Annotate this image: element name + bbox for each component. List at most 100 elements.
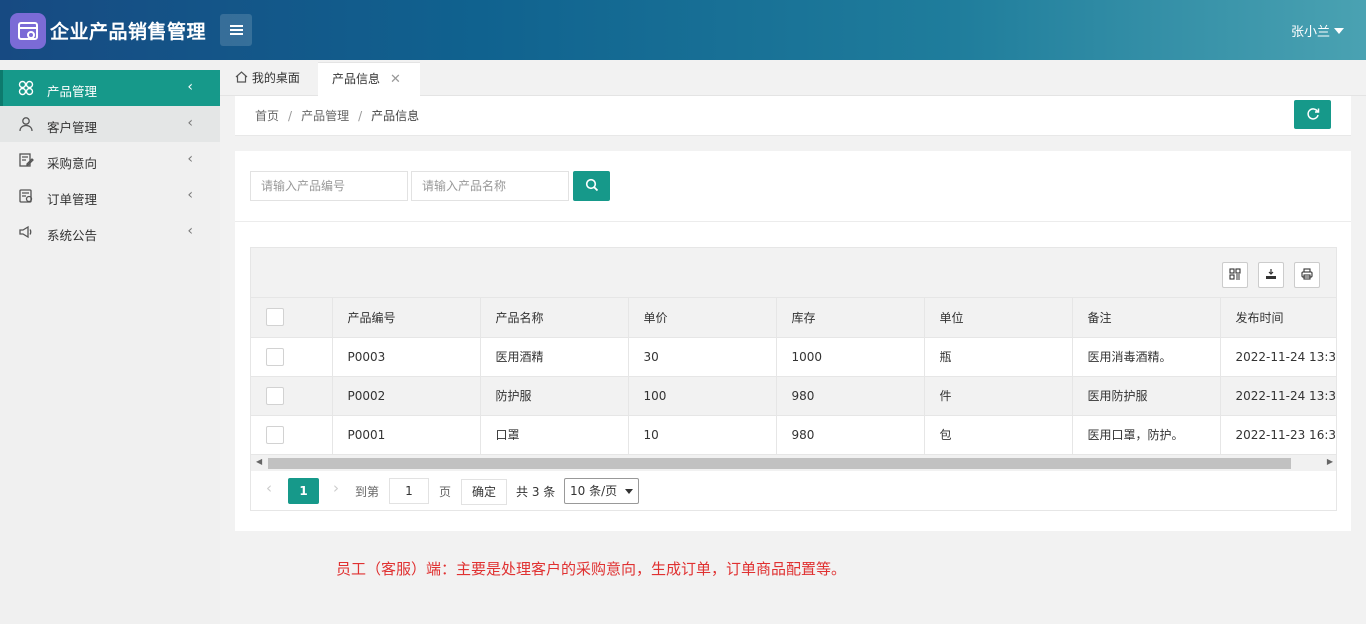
chevron-left-icon: ‹ bbox=[187, 115, 193, 131]
tab-my-desktop[interactable]: 我的桌面 bbox=[235, 62, 317, 96]
product-card: 产品编号 产品名称 单价 库存 单位 备注 发布时间 P0003 医用酒精 30… bbox=[235, 151, 1351, 531]
top-header: 企业产品销售管理 张小兰 bbox=[0, 0, 1366, 60]
table-cell: 980 bbox=[776, 415, 925, 455]
print-icon bbox=[1301, 268, 1313, 282]
row-select-cell bbox=[251, 337, 333, 377]
sidebar-item-label: 客户管理 bbox=[47, 120, 98, 135]
menu-toggle-button[interactable] bbox=[220, 14, 252, 46]
page-size-value: 10 条/页 bbox=[570, 484, 618, 498]
search-icon bbox=[585, 178, 599, 194]
sidebar-item-order-management[interactable]: 订单管理 ‹ bbox=[0, 178, 220, 214]
breadcrumb-bar: 首页 / 产品管理 / 产品信息 bbox=[235, 96, 1351, 136]
horizontal-scrollbar[interactable]: ◀ ▶ bbox=[251, 454, 1336, 471]
table-cell: 2022-11-24 13:37:5 bbox=[1220, 337, 1336, 377]
column-header[interactable]: 发布时间 bbox=[1220, 298, 1336, 338]
column-header[interactable]: 产品名称 bbox=[480, 298, 629, 338]
column-header[interactable]: 备注 bbox=[1072, 298, 1221, 338]
sidebar-item-label: 采购意向 bbox=[47, 156, 98, 171]
pagination: ‹ 1 › 到第 1 页 确定 共 3 条 10 条/页 bbox=[251, 471, 1336, 510]
total-count: 共 3 条 bbox=[516, 485, 556, 499]
table-cell: 瓶 bbox=[924, 337, 1073, 377]
sidebar-item-label: 系统公告 bbox=[47, 228, 98, 243]
page-size-select[interactable]: 10 条/页 bbox=[564, 478, 639, 504]
columns-icon bbox=[1229, 268, 1241, 282]
refresh-button[interactable] bbox=[1294, 100, 1331, 129]
table-cell: P0001 bbox=[332, 415, 481, 455]
table-cell: P0002 bbox=[332, 376, 481, 416]
table-cell: 2022-11-23 16:35:4 bbox=[1220, 415, 1336, 455]
breadcrumb-separator: / bbox=[358, 109, 363, 123]
row-checkbox[interactable] bbox=[266, 386, 284, 405]
select-all-checkbox[interactable] bbox=[266, 308, 284, 327]
table-cell: 30 bbox=[628, 337, 777, 377]
breadcrumb-item-current: 产品信息 bbox=[371, 109, 420, 123]
table-cell: 医用防护服 bbox=[1072, 376, 1221, 416]
table-header-row: 产品编号 产品名称 单价 库存 单位 备注 发布时间 bbox=[251, 298, 1336, 338]
caret-down-icon bbox=[1334, 28, 1344, 34]
goto-page-input[interactable]: 1 bbox=[389, 478, 429, 504]
goto-confirm-button[interactable]: 确定 bbox=[461, 479, 507, 505]
sidebar-item-product-management[interactable]: 产品管理 ‹ bbox=[0, 70, 220, 106]
breadcrumb-item-home[interactable]: 首页 bbox=[255, 109, 279, 123]
table-cell: 10 bbox=[628, 415, 777, 455]
search-button[interactable] bbox=[573, 171, 610, 201]
sidebar-item-customer-management[interactable]: 客户管理 ‹ bbox=[0, 106, 220, 142]
user-menu[interactable]: 张小兰 bbox=[1291, 21, 1344, 40]
product-code-input[interactable] bbox=[250, 171, 408, 201]
table-cell: 口罩 bbox=[480, 415, 629, 455]
chevron-left-icon: ‹ bbox=[187, 79, 193, 95]
prev-page-icon[interactable]: ‹ bbox=[266, 479, 272, 497]
table-cell: 包 bbox=[924, 415, 1073, 455]
tab-label: 我的桌面 bbox=[251, 71, 300, 85]
export-button[interactable] bbox=[1258, 262, 1284, 288]
table-cell: P0003 bbox=[332, 337, 481, 377]
breadcrumb-item-product-management[interactable]: 产品管理 bbox=[301, 109, 349, 123]
sidebar-item-system-notice[interactable]: 系统公告 ‹ bbox=[0, 214, 220, 250]
sidebar-item-label: 订单管理 bbox=[47, 192, 98, 207]
row-checkbox[interactable] bbox=[266, 347, 284, 366]
product-table: 产品编号 产品名称 单价 库存 单位 备注 发布时间 P0003 医用酒精 30… bbox=[251, 298, 1336, 455]
column-header[interactable]: 产品编号 bbox=[332, 298, 481, 338]
table-cell: 980 bbox=[776, 376, 925, 416]
columns-filter-button[interactable] bbox=[1222, 262, 1248, 288]
table-cell: 1000 bbox=[776, 337, 925, 377]
chevron-left-icon: ‹ bbox=[187, 187, 193, 203]
search-form bbox=[235, 151, 1351, 222]
next-page-icon[interactable]: › bbox=[333, 479, 339, 497]
close-icon[interactable]: ✕ bbox=[390, 72, 401, 87]
scroll-right-arrow-icon[interactable]: ▶ bbox=[1327, 457, 1333, 466]
sidebar-item-purchase-intent[interactable]: 采购意向 ‹ bbox=[0, 142, 220, 178]
row-checkbox[interactable] bbox=[266, 425, 284, 444]
table-row[interactable]: P0001 口罩 10 980 包 医用口罩，防护。 2022-11-23 16… bbox=[251, 415, 1336, 455]
grid-flower-icon bbox=[18, 80, 34, 96]
user-name: 张小兰 bbox=[1290, 25, 1330, 40]
table-cell: 防护服 bbox=[480, 376, 629, 416]
table-row[interactable]: P0002 防护服 100 980 件 医用防护服 2022-11-24 13:… bbox=[251, 376, 1336, 416]
tab-product-info[interactable]: 产品信息 ✕ bbox=[318, 62, 420, 96]
current-page-button[interactable]: 1 bbox=[288, 478, 319, 504]
table-cell: 医用酒精 bbox=[480, 337, 629, 377]
product-name-input[interactable] bbox=[411, 171, 569, 201]
goto-label: 到第 bbox=[355, 485, 380, 499]
sidebar: 产品管理 ‹ 客户管理 ‹ 采购意向 ‹ 订单管理 ‹ 系统公告 ‹ bbox=[0, 60, 220, 624]
row-select-cell bbox=[251, 376, 333, 416]
column-header[interactable]: 库存 bbox=[776, 298, 925, 338]
chevron-left-icon: ‹ bbox=[187, 151, 193, 167]
scroll-left-arrow-icon[interactable]: ◀ bbox=[256, 457, 262, 466]
select-all-cell bbox=[251, 298, 333, 338]
order-icon bbox=[18, 188, 34, 204]
product-table-container: 产品编号 产品名称 单价 库存 单位 备注 发布时间 P0003 医用酒精 30… bbox=[250, 247, 1337, 511]
app-title: 企业产品销售管理 bbox=[50, 21, 207, 43]
tab-bar: 我的桌面 产品信息 ✕ bbox=[220, 60, 1366, 96]
column-header[interactable]: 单位 bbox=[924, 298, 1073, 338]
table-cell: 2022-11-24 13:36:3 bbox=[1220, 376, 1336, 416]
home-icon bbox=[235, 71, 252, 85]
breadcrumb: 首页 / 产品管理 / 产品信息 bbox=[255, 107, 419, 124]
print-button[interactable] bbox=[1294, 262, 1320, 288]
table-cell: 100 bbox=[628, 376, 777, 416]
table-row[interactable]: P0003 医用酒精 30 1000 瓶 医用消毒酒精。 2022-11-24 … bbox=[251, 337, 1336, 377]
scrollbar-thumb[interactable] bbox=[268, 458, 1291, 469]
column-header[interactable]: 单价 bbox=[628, 298, 777, 338]
chevron-down-icon bbox=[625, 489, 633, 494]
row-select-cell bbox=[251, 415, 333, 455]
